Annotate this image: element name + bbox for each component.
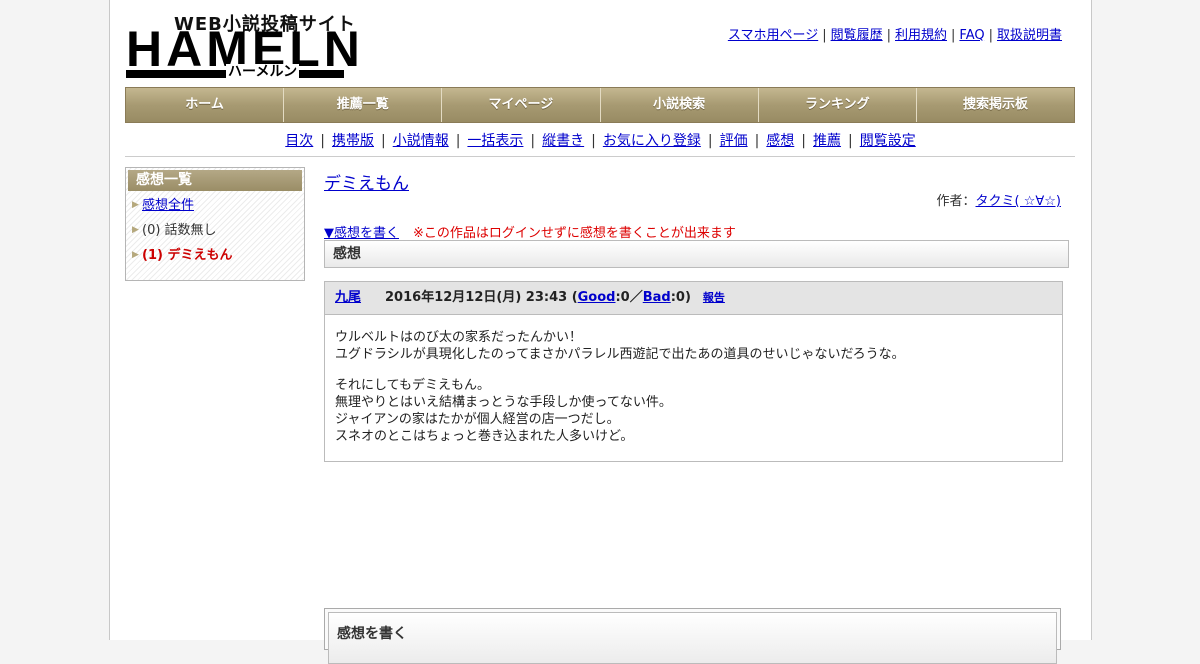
site-logo[interactable]: WEB小説投稿サイト HAMELN ハーメルン	[126, 10, 360, 80]
sidebar-item-label: (0) 話数無し	[142, 223, 217, 238]
sidebar-item-label[interactable]: 感想全件	[142, 198, 194, 213]
separator: |	[455, 133, 461, 149]
sub-nav: 目次 | 携帯版 | 小説情報 | 一括表示 | 縦書き | お気に入り登録 | 評価 | 感想 | 推薦 | 閲覧…	[110, 130, 1091, 150]
page-container: WEB小説投稿サイト HAMELN ハーメルン スマホ用ページ | 閲覧履歴 | 利用規…	[109, 0, 1092, 664]
report-link[interactable]: 報告	[703, 291, 725, 304]
separator: |	[822, 28, 827, 43]
subnav-comments[interactable]: 感想	[766, 133, 794, 149]
subnav-toc[interactable]: 目次	[285, 133, 313, 149]
comment-user-link[interactable]: 九尾	[335, 290, 361, 305]
separator: |	[530, 133, 536, 149]
comment-card: 九尾 2016年12月12日(月) 23:43 (Good:0／Bad:0) 報告 …	[324, 281, 1063, 462]
subnav-recommend[interactable]: 推薦	[813, 133, 841, 149]
link-history[interactable]: 閲覧履歴	[831, 28, 883, 43]
triangle-bullet-icon: ▶	[132, 200, 139, 210]
divider	[125, 156, 1075, 157]
separator: |	[801, 133, 807, 149]
separator: |	[988, 28, 993, 43]
sidebar-item-all[interactable]: ▶ 感想全件	[126, 193, 304, 218]
triangle-bullet-icon: ▶	[132, 250, 139, 260]
top-links: スマホ用ページ | 閲覧履歴 | 利用規約 | FAQ | 取扱説明書	[728, 24, 1062, 43]
link-faq[interactable]: FAQ	[959, 28, 984, 43]
comment-body: ウルベルトはのび太の家系だったんかい！ ユグドラシルが具現化したのってまさかパラ…	[325, 315, 1062, 473]
comment-datetime: 2016年12月12日(月) 23:43 (Good:0／Bad:0)	[385, 290, 691, 305]
comment-datetime-text: 2016年12月12日(月) 23:43 (	[385, 290, 578, 305]
nav-home[interactable]: ホーム	[126, 88, 285, 122]
subnav-rating[interactable]: 評価	[720, 133, 748, 149]
separator: |	[951, 28, 956, 43]
author-prefix: 作者：	[936, 194, 976, 209]
comment-line: 無理やりとはいえ結構まっとうな手段しか使ってない件。	[335, 395, 672, 410]
triangle-bullet-icon: ▶	[132, 225, 139, 235]
nav-ranking[interactable]: ランキング	[758, 88, 917, 122]
bad-link[interactable]: Bad	[643, 290, 671, 305]
comment-line: ウルベルトはのび太の家系だったんかい！	[335, 330, 583, 345]
good-link[interactable]: Good	[578, 290, 616, 305]
good-count: :0／	[615, 290, 643, 305]
subnav-view-settings[interactable]: 閲覧設定	[860, 133, 916, 149]
nav-board[interactable]: 捜索掲示板	[916, 88, 1075, 122]
comment-paragraph: それにしてもデミえもん。 無理やりとはいえ結構まっとうな手段しか使ってない件。 …	[335, 377, 1052, 445]
comment-line: ジャイアンの家はたかが個人経営の店一つだし。	[335, 412, 620, 427]
separator: |	[754, 133, 760, 149]
author-link[interactable]: タクミ( ☆∀☆)	[976, 194, 1061, 209]
subnav-mobile[interactable]: 携帯版	[332, 133, 374, 149]
comment-line: スネオのとこはちょっと巻き込まれた人多いけど。	[335, 429, 634, 444]
subnav-show-all[interactable]: 一括表示	[467, 133, 523, 149]
subnav-favorite[interactable]: お気に入り登録	[603, 133, 701, 149]
link-manual[interactable]: 取扱説明書	[997, 28, 1062, 43]
separator: |	[848, 133, 853, 149]
separator: |	[886, 28, 891, 43]
comment-line: ユグドラシルが具現化したのってまさかパラレル西遊記で出たあの道具のせいじゃないだ…	[335, 347, 905, 362]
sidebar-item-no-episode: ▶ (0) 話数無し	[126, 218, 304, 243]
logo-kana: ハーメルン	[226, 64, 300, 80]
subnav-novel-info[interactable]: 小説情報	[393, 133, 449, 149]
sidebar-title: 感想一覧	[128, 170, 302, 191]
sidebar-item-label: (1) デミえもん	[142, 248, 233, 263]
separator: |	[380, 133, 386, 149]
guest-comment-note: ※この作品はログインせずに感想を書くことが出来ます	[413, 226, 736, 241]
write-comment-box: 感想を書く	[324, 608, 1061, 664]
link-terms[interactable]: 利用規約	[895, 28, 947, 43]
separator: |	[591, 133, 596, 149]
subnav-vertical[interactable]: 縦書き	[542, 133, 584, 149]
comment-paragraph: ウルベルトはのび太の家系だったんかい！ ユグドラシルが具現化したのってまさかパラ…	[335, 329, 1052, 363]
sidebar: 感想一覧 ▶ 感想全件 ▶ (0) 話数無し ▶ (1) デミえもん	[125, 167, 305, 281]
author-line: 作者：タクミ( ☆∀☆)	[937, 190, 1062, 209]
nav-recommend[interactable]: 推薦一覧	[284, 88, 443, 122]
nav-mypage[interactable]: マイページ	[442, 88, 601, 122]
write-comment-row: ▼感想を書く ※この作品はログインせずに感想を書くことが出来ます	[324, 222, 736, 241]
comment-header: 九尾 2016年12月12日(月) 23:43 (Good:0／Bad:0) 報告	[325, 282, 1062, 315]
write-comment-heading: 感想を書く	[328, 612, 1057, 664]
write-comment-link[interactable]: ▼感想を書く	[324, 226, 399, 241]
separator: |	[707, 133, 713, 149]
bad-count: :0)	[670, 290, 691, 305]
main-nav: ホーム 推薦一覧 マイページ 小説検索 ランキング 捜索掲示板	[125, 87, 1075, 123]
comment-line: それにしてもデミえもん。	[335, 378, 490, 393]
nav-search[interactable]: 小説検索	[600, 88, 759, 122]
sidebar-item-current: ▶ (1) デミえもん	[126, 243, 304, 268]
section-heading: 感想	[324, 240, 1069, 268]
separator: |	[320, 133, 325, 149]
link-smartphone[interactable]: スマホ用ページ	[728, 28, 818, 43]
novel-title[interactable]: デミえもん	[324, 169, 409, 194]
